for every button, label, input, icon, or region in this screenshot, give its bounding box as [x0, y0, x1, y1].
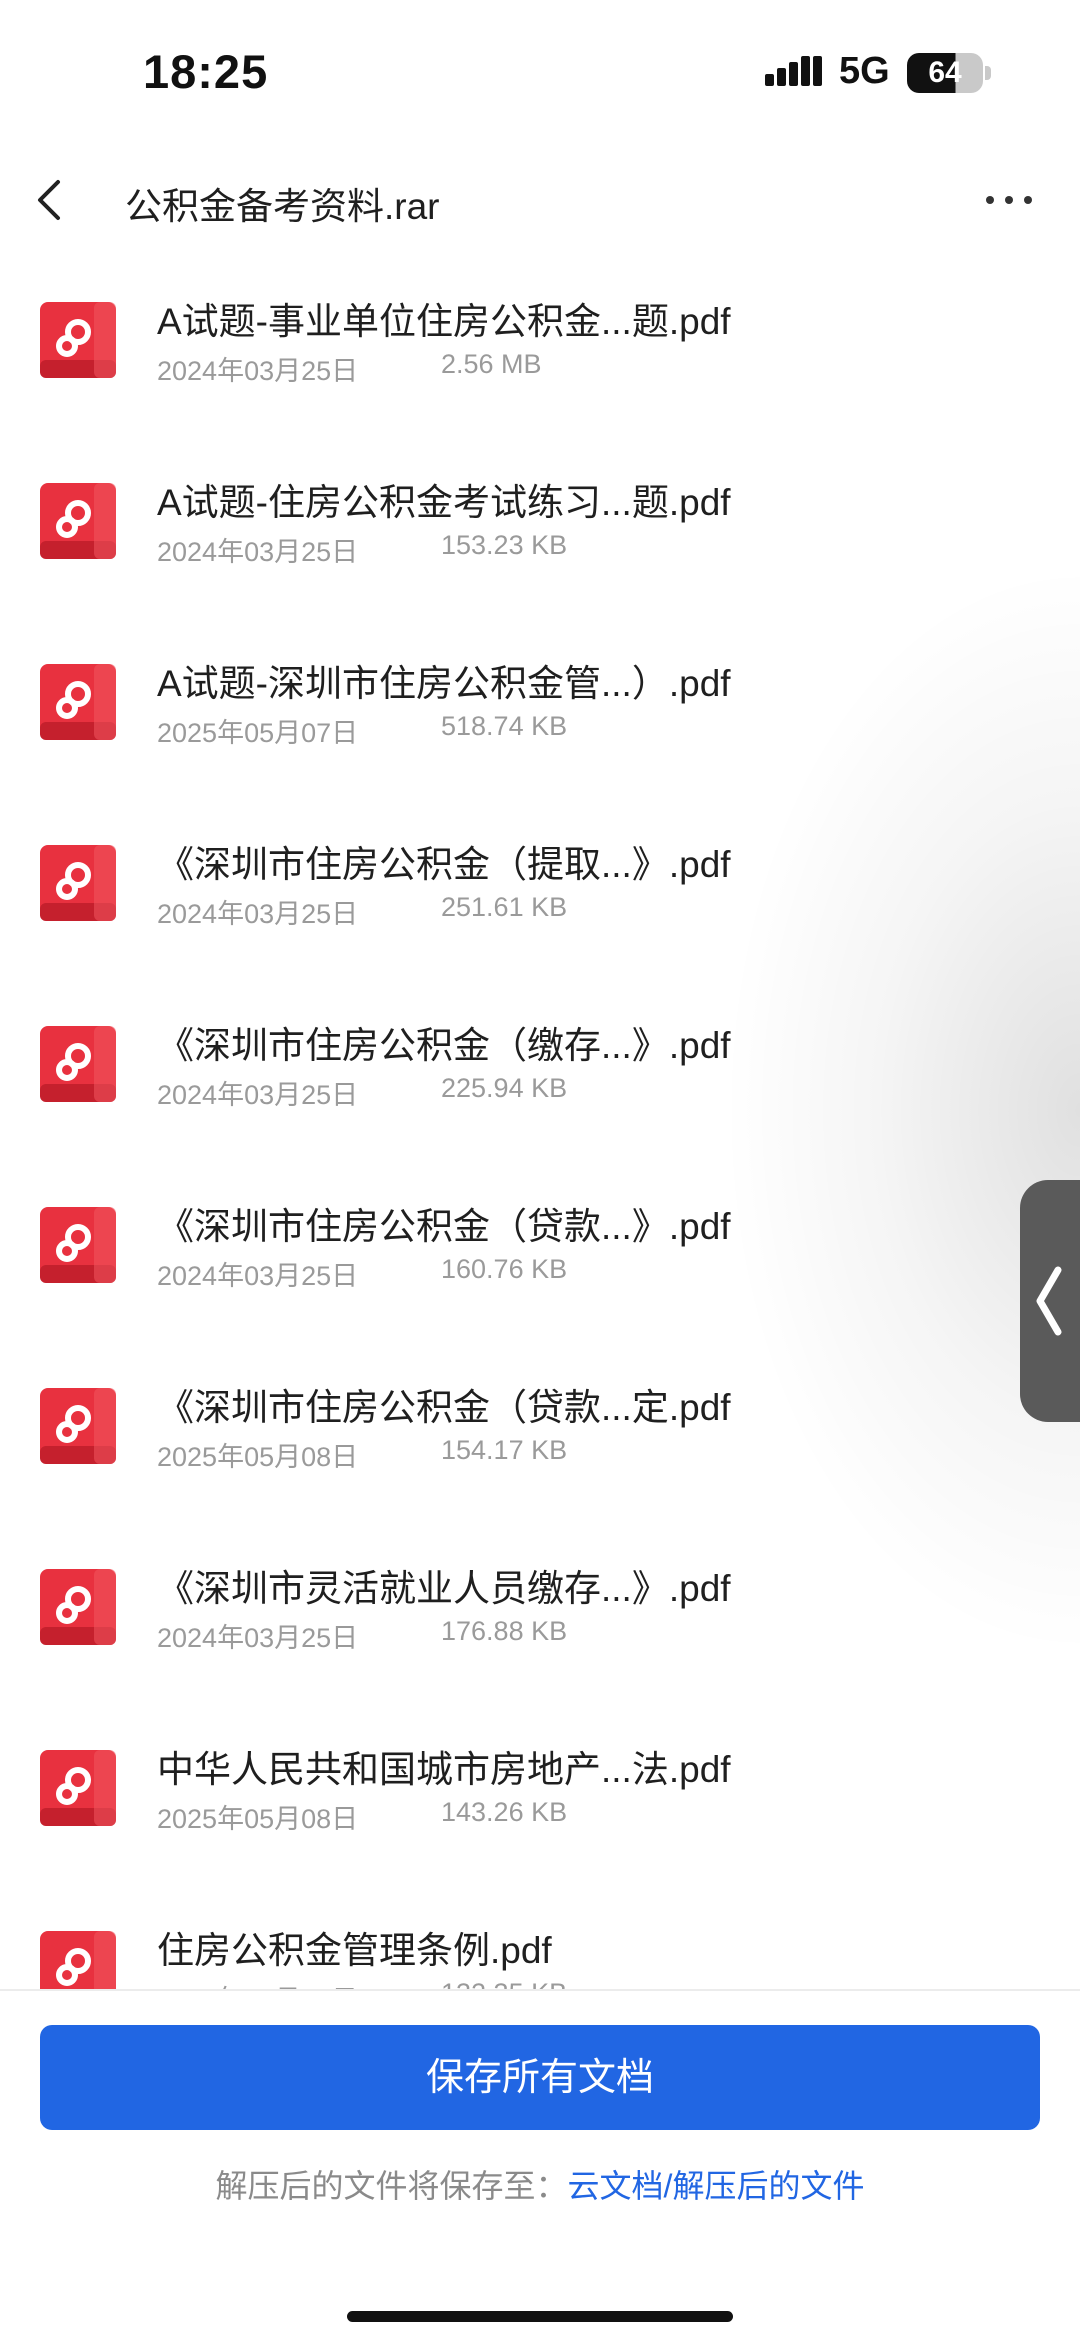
pdf-file-icon [40, 1569, 116, 1645]
signal-icon [765, 56, 822, 86]
network-type: 5G [839, 50, 890, 92]
save-location-hint: 解压后的文件将保存至：云文档/解压后的文件 [0, 2161, 1080, 2207]
pdf-file-icon [40, 483, 116, 559]
file-list: A试题-事业单位住房公积金...题.pdf 2024年03月25日 2.56 M… [0, 250, 1080, 1990]
file-date: 2025年05月07日 [157, 718, 359, 748]
status-time: 18:25 [143, 45, 269, 98]
file-name: A试题-事业单位住房公积金...题.pdf [157, 301, 731, 342]
file-list-item[interactable]: A试题-深圳市住房公积金管...）.pdf 2025年05月07日 518.74… [0, 612, 1080, 793]
more-options-icon[interactable] [984, 190, 1034, 210]
file-list-item[interactable]: 《深圳市住房公积金（提取...》.pdf 2024年03月25日 251.61 … [0, 793, 1080, 974]
chevron-left-icon [1036, 1266, 1062, 1336]
file-name: A试题-住房公积金考试练习...题.pdf [157, 482, 731, 523]
file-date: 2024年03月25日 [157, 899, 359, 929]
pdf-file-icon [40, 845, 116, 921]
file-list-item[interactable]: 住房公积金管理条例.pdf 2024年03月25日 132.35 KB [0, 1879, 1080, 1990]
battery-icon: 64 [907, 53, 983, 93]
back-arrow-icon[interactable] [28, 170, 88, 230]
file-name: 住房公积金管理条例.pdf [157, 1930, 552, 1971]
save-hint-text: 解压后的文件将保存至： [215, 2168, 568, 2204]
save-all-button[interactable]: 保存所有文档 [40, 2025, 1040, 2130]
file-list-item[interactable]: A试题-事业单位住房公积金...题.pdf 2024年03月25日 2.56 M… [0, 250, 1080, 431]
page-title: 公积金备考资料.rar [125, 186, 440, 227]
battery-cap [985, 66, 991, 80]
file-size: 153.23 KB [441, 530, 568, 560]
file-list-item[interactable]: 《深圳市住房公积金（贷款...定.pdf 2025年05月08日 154.17 … [0, 1336, 1080, 1517]
file-list-item[interactable]: 《深圳市住房公积金（缴存...》.pdf 2024年03月25日 225.94 … [0, 974, 1080, 1155]
file-date: 2024年03月25日 [157, 1623, 359, 1653]
file-name: 《深圳市住房公积金（贷款...定.pdf [157, 1387, 731, 1428]
file-size: 143.26 KB [441, 1797, 568, 1827]
pdf-file-icon [40, 1931, 116, 1990]
file-list-item[interactable]: 《深圳市住房公积金（贷款...》.pdf 2024年03月25日 160.76 … [0, 1155, 1080, 1336]
file-name: 《深圳市灵活就业人员缴存...》.pdf [157, 1568, 731, 1609]
file-size: 160.76 KB [441, 1254, 568, 1284]
status-bar: 18:25 5G 64 [0, 0, 1080, 150]
file-size: 518.74 KB [441, 711, 568, 741]
file-list-item[interactable]: A试题-住房公积金考试练习...题.pdf 2024年03月25日 153.23… [0, 431, 1080, 612]
header: 公积金备考资料.rar [0, 150, 1080, 250]
file-date: 2024年03月25日 [157, 1261, 359, 1291]
file-date: 2024年03月25日 [157, 1080, 359, 1110]
file-date: 2025年05月08日 [157, 1442, 359, 1472]
file-name: A试题-深圳市住房公积金管...）.pdf [157, 663, 731, 704]
pdf-file-icon [40, 1207, 116, 1283]
side-drawer-handle[interactable] [1020, 1180, 1080, 1422]
file-size: 2.56 MB [441, 349, 542, 379]
pdf-file-icon [40, 664, 116, 740]
pdf-file-icon [40, 1026, 116, 1102]
file-size: 176.88 KB [441, 1616, 568, 1646]
file-list-item[interactable]: 中华人民共和国城市房地产...法.pdf 2025年05月08日 143.26 … [0, 1698, 1080, 1879]
file-name: 中华人民共和国城市房地产...法.pdf [157, 1749, 731, 1790]
file-date: 2024年03月25日 [157, 356, 359, 386]
save-location-link[interactable]: 云文档/解压后的文件 [568, 2168, 865, 2204]
file-name: 《深圳市住房公积金（缴存...》.pdf [157, 1025, 731, 1066]
pdf-file-icon [40, 1750, 116, 1826]
home-indicator [347, 2311, 733, 2322]
file-size: 251.61 KB [441, 892, 568, 922]
file-date: 2024年03月25日 [157, 537, 359, 567]
pdf-file-icon [40, 302, 116, 378]
file-size: 154.17 KB [441, 1435, 568, 1465]
bottom-bar: 保存所有文档 解压后的文件将保存至：云文档/解压后的文件 [0, 1991, 1080, 2341]
battery-level: 64 [928, 56, 962, 89]
file-date: 2025年05月08日 [157, 1804, 359, 1834]
pdf-file-icon [40, 1388, 116, 1464]
file-list-item[interactable]: 《深圳市灵活就业人员缴存...》.pdf 2024年03月25日 176.88 … [0, 1517, 1080, 1698]
file-size: 225.94 KB [441, 1073, 568, 1103]
file-name: 《深圳市住房公积金（提取...》.pdf [157, 844, 731, 885]
file-name: 《深圳市住房公积金（贷款...》.pdf [157, 1206, 731, 1247]
